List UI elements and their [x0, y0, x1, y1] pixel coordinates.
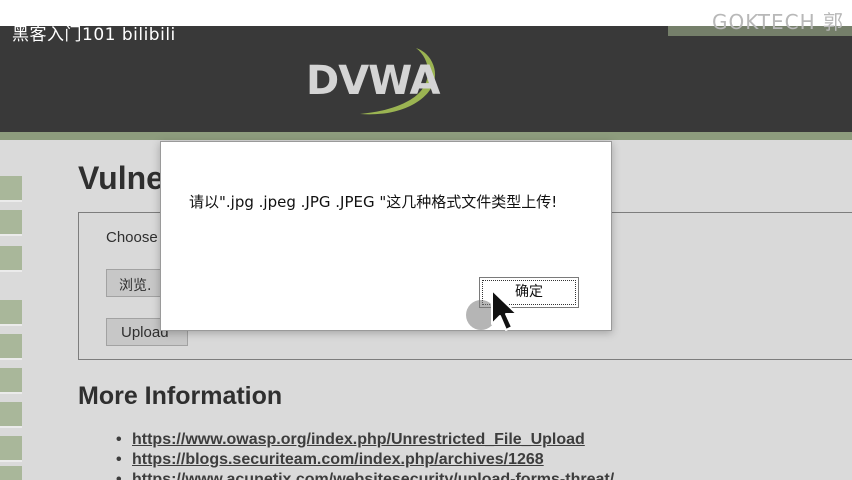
watermark-left: 黑客入门101 bilibili [12, 25, 176, 45]
mouse-pointer-icon [491, 289, 518, 331]
alert-dialog: 请以".jpg .jpeg .JPG .JPEG "这几种格式文件类型上传! 确… [160, 141, 612, 331]
alert-message: 请以".jpg .jpeg .JPG .JPEG "这几种格式文件类型上传! [189, 193, 558, 211]
watermark-right: GOKTECH 郭 [711, 10, 844, 34]
